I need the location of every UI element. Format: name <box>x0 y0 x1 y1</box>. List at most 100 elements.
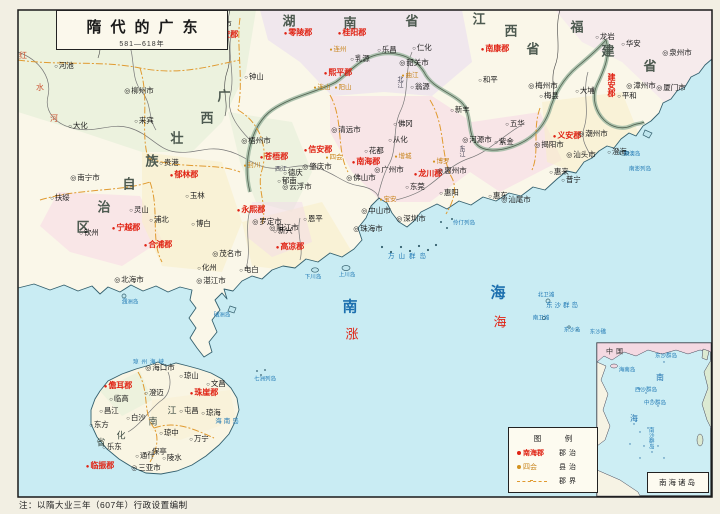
map-label: 海 <box>630 414 638 423</box>
map-label: ●连山 <box>313 83 331 91</box>
map-label: ○昌江 <box>99 406 119 415</box>
commandery-seat-dot: ● <box>275 245 280 251</box>
map-label: ○钦州 <box>79 228 99 237</box>
city-ring: ○ <box>159 431 163 437</box>
legend-row-county: 四会 县治 <box>517 462 591 472</box>
map-label: ○从化 <box>388 135 408 144</box>
map-label: ○紫金 <box>494 137 514 146</box>
city-ring: ○ <box>388 138 392 144</box>
map-label: ●儋耳郡 <box>103 381 133 391</box>
map-label: ○贵港 <box>159 158 179 167</box>
commandery-seat-symbol <box>517 451 521 455</box>
map-label: ◎潮州市 <box>578 129 608 138</box>
map-title-years: 581—618年 <box>119 41 165 48</box>
map-label: ◎南宁市 <box>70 173 100 182</box>
commandery-seat-dot: ● <box>351 160 356 166</box>
map-label: 伶仃列岛 <box>452 220 476 227</box>
map-label: ●合浦郡 <box>143 240 173 250</box>
legend-label: 郡治 <box>559 450 579 457</box>
map-label: ○万宁 <box>189 434 209 443</box>
city-ring: ○ <box>595 35 599 41</box>
map-label: 省 <box>643 58 657 74</box>
map-label: ○澄迈 <box>144 388 164 397</box>
commandery-seat-dot: ● <box>480 47 485 53</box>
map-label: ◎茂名市 <box>212 249 242 258</box>
legend-box: 图 例 南海郡 郡治 四会 县治 郡界 <box>508 427 598 493</box>
map-label: 湖 <box>282 13 296 29</box>
city-ring: ◎ <box>534 142 541 149</box>
map-label: ○平和 <box>617 91 637 100</box>
city-ring: ○ <box>439 191 443 197</box>
legend-sample: 四会 <box>523 464 537 471</box>
city-ring: ◎ <box>331 127 338 134</box>
map-label: ○龙岩 <box>595 32 615 41</box>
map-label: 建 <box>601 43 615 59</box>
boundary-line-symbol <box>517 479 547 482</box>
map-label: ○和平 <box>478 75 498 84</box>
city-ring: ○ <box>197 266 201 272</box>
map-label: ○仁化 <box>412 43 432 52</box>
city-ring: ◎ <box>396 216 403 223</box>
map-label: 七洲列岛 <box>253 376 277 383</box>
map-label: ◎珠海市 <box>353 224 383 233</box>
city-ring: ○ <box>68 124 72 130</box>
city-ring: ○ <box>79 231 83 237</box>
city-ring: ○ <box>109 397 113 403</box>
map-label: ○钟山 <box>244 72 264 81</box>
city-ring: ○ <box>617 94 621 100</box>
map-label: ●四会 <box>325 153 343 161</box>
city-ring: ○ <box>478 78 482 84</box>
map-label: 海 <box>490 285 506 302</box>
map-label: ○博白 <box>191 219 211 228</box>
map-label: 上川岛 <box>338 272 356 279</box>
map-label: ○大化 <box>68 121 88 130</box>
map-label: ●宁越郡 <box>111 223 141 233</box>
city-ring: ◎ <box>528 83 535 90</box>
city-ring: ○ <box>179 409 183 415</box>
map-label: ○五华 <box>505 119 525 128</box>
map-label: ○琼中 <box>159 428 179 437</box>
map-label: ○白沙 <box>126 413 146 422</box>
map-label: ○惠东 <box>488 191 508 200</box>
map-label: 东沙群岛 <box>654 353 678 360</box>
city-ring: ◎ <box>361 208 368 215</box>
commandery-seat-dot: ● <box>259 155 264 161</box>
map-label: ●阳山 <box>334 83 352 91</box>
map-label: 涠洲岛 <box>121 299 139 306</box>
city-ring: ○ <box>621 42 625 48</box>
map-label: ●高凉郡 <box>275 242 305 252</box>
commandery-seat-dot: ● <box>103 384 108 390</box>
commandery-seat-dot: ● <box>111 226 116 232</box>
map-label: 南 <box>148 416 158 427</box>
city-ring: ◎ <box>114 277 121 284</box>
city-ring: ○ <box>277 179 281 185</box>
city-ring: ○ <box>393 122 397 128</box>
map-label: 海南岛 <box>215 417 241 425</box>
map-labels: 湖南省江西省福建省广西壮族自治区江南化省●始安郡●零陵郡●桂阳郡●南康郡●熙平郡… <box>0 0 720 514</box>
map-label: ●临振郡 <box>85 461 115 471</box>
city-ring: ○ <box>450 108 454 114</box>
map-label: ○河池 <box>54 61 74 70</box>
county-seat-symbol <box>517 465 521 469</box>
map-label: 涨 <box>345 326 359 342</box>
city-ring: ◎ <box>70 175 77 182</box>
map-label: ◎肇庆市 <box>302 162 332 171</box>
city-ring: ◎ <box>662 50 669 57</box>
city-ring: ○ <box>405 185 409 191</box>
map-note: 注：以隋大业三年（607年）行政设置编制 <box>19 500 188 510</box>
city-ring: ○ <box>135 454 139 460</box>
atlas-page: 湖南省江西省福建省广西壮族自治区江南化省●始安郡●零陵郡●桂阳郡●南康郡●熙平郡… <box>0 0 720 514</box>
map-label: ○文昌 <box>206 379 226 388</box>
city-ring: ○ <box>549 170 553 176</box>
city-ring: ◎ <box>252 219 259 226</box>
city-ring: ○ <box>201 411 205 417</box>
map-label: ○琼山 <box>179 371 199 380</box>
city-ring: ◎ <box>241 138 248 145</box>
map-label: ◎中山市 <box>361 206 391 215</box>
map-label: 下川岛 <box>304 274 322 281</box>
commandery-seat-dot: ● <box>85 464 90 470</box>
map-label: ○来宾 <box>134 116 154 125</box>
city-ring: ○ <box>54 64 58 70</box>
map-label: ○乐东 <box>102 442 122 451</box>
map-label: ○普宁 <box>561 175 581 184</box>
